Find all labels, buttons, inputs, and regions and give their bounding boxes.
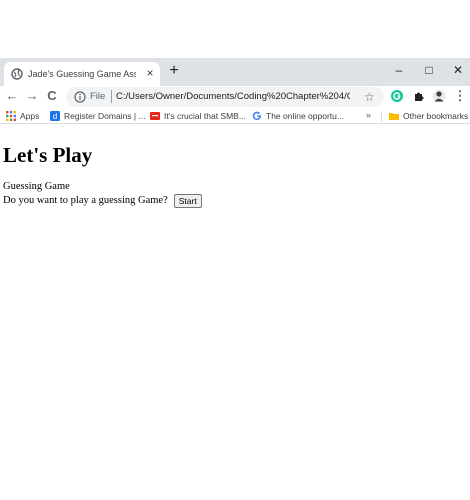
google-icon [252,111,262,121]
bookmark-label: Other bookmarks [403,111,469,121]
globe-icon [11,68,23,80]
question-row: Do you want to play a guessing Game? Sta… [3,192,202,209]
new-tab-button[interactable]: + [166,63,182,79]
bookmark-label: It's crucial that SMB... [164,111,246,121]
start-button[interactable]: Start [173,194,202,209]
maximize-button[interactable]: □ [417,59,441,81]
extensions-puzzle-icon[interactable] [412,89,426,103]
close-window-button[interactable]: ✕ [446,59,470,81]
bookmarks-bar: Apps d Register Domains | ... It's cruci… [0,108,470,124]
browser-menu-icon[interactable]: ⋮ [452,88,468,104]
bookmark-label: Register Domains | ... [64,111,146,121]
folder-icon [389,113,399,120]
url-scheme-label: File [90,91,106,102]
forward-button[interactable]: → [24,88,40,104]
page-heading: Let's Play [3,143,93,167]
info-icon[interactable] [74,91,86,103]
svg-text:d: d [53,112,57,121]
reload-button[interactable]: C [44,88,60,104]
tab-strip: Jade's Guessing Game Assign × + – □ ✕ [0,58,470,86]
browser-toolbar: ← → C File C:/Users/Owner/Documents/Codi… [0,86,470,108]
back-button[interactable]: ← [4,88,20,104]
news-icon [150,112,160,120]
tab-close-icon[interactable]: × [143,66,157,80]
address-bar[interactable]: File C:/Users/Owner/Documents/Coding%20C… [66,87,384,107]
bookmarks-divider [381,111,382,122]
desktop-blank-area [0,0,470,58]
page-content: Let's Play Guessing Game Do you want to … [0,125,470,500]
bookmarks-overflow-icon[interactable]: » [366,109,371,122]
question-text: Do you want to play a guessing Game? [3,195,168,207]
profile-avatar-icon[interactable] [432,89,446,103]
url-divider [111,90,112,103]
url-text[interactable]: C:/Users/Owner/Documents/Coding%20Chapte… [116,91,350,103]
bookmark-label: The online opportu... [266,111,344,121]
bookmark-label: Apps [20,111,40,121]
apps-grid-icon [6,111,16,121]
domain-icon: d [50,111,60,121]
tab-title: Jade's Guessing Game Assign [28,69,136,79]
grammarly-icon[interactable] [390,89,404,103]
bookmark-star-icon[interactable]: ☆ [364,89,375,105]
tab-guessing-game[interactable]: Jade's Guessing Game Assign × [4,62,160,86]
minimize-button[interactable]: – [387,59,411,81]
